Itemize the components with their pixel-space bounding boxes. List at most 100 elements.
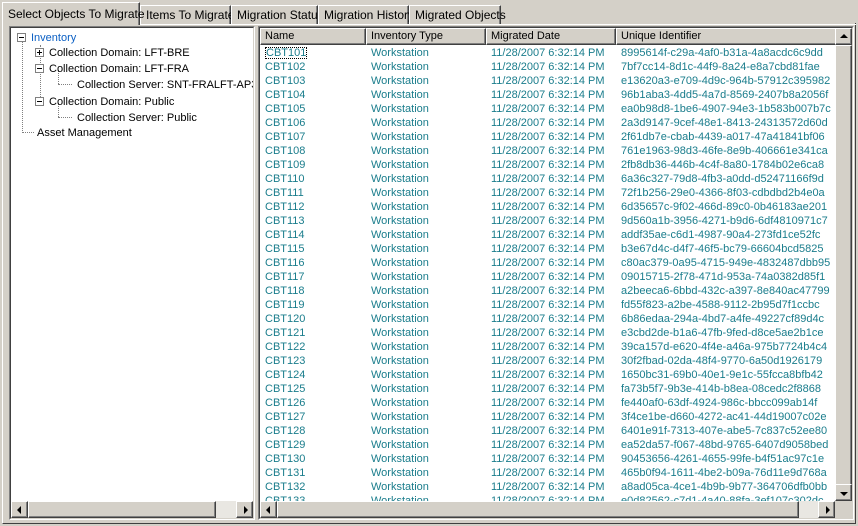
cell-name: CBT122 bbox=[260, 340, 366, 354]
cell-name: CBT121 bbox=[260, 326, 366, 340]
table-row[interactable]: CBT129 Workstation 11/28/2007 6:32:14 PM ea… bbox=[260, 438, 835, 452]
cell-text: Workstation bbox=[371, 397, 429, 409]
table-row[interactable]: CBT108 Workstation 11/28/2007 6:32:14 PM 76… bbox=[260, 144, 835, 158]
list-horizontal-scroll-thumb[interactable] bbox=[277, 501, 799, 518]
table-row[interactable]: CBT133 Workstation 11/28/2007 6:32:14 PM e0… bbox=[260, 494, 835, 501]
table-row[interactable]: CBT104 Workstation 11/28/2007 6:32:14 PM 96… bbox=[260, 88, 835, 102]
table-row[interactable]: CBT121 Workstation 11/28/2007 6:32:14 PM e3… bbox=[260, 326, 835, 340]
cell-text: 09015715-2f78-471d-953a-74a0382d85f1 bbox=[621, 271, 826, 283]
cell-text: CBT107 bbox=[265, 131, 306, 143]
cell-text: 11/28/2007 6:32:14 PM bbox=[491, 397, 605, 409]
cell-text: Workstation bbox=[371, 467, 429, 479]
tree-node-domain-lft-bre[interactable]: Collection Domain: LFT-BRE bbox=[35, 45, 192, 61]
cell-inventory-type: Workstation bbox=[366, 46, 486, 60]
table-row[interactable]: CBT113 Workstation 11/28/2007 6:32:14 PM 9d… bbox=[260, 214, 835, 228]
tree-node-asset-management[interactable]: Asset Management bbox=[35, 125, 134, 141]
table-row[interactable]: CBT118 Workstation 11/28/2007 6:32:14 PM a2… bbox=[260, 284, 835, 298]
minus-box-icon[interactable] bbox=[35, 97, 44, 106]
cell-unique-identifier: e13620a3-e709-4d9c-964b-57912c395982 bbox=[616, 74, 835, 88]
cell-inventory-type: Workstation bbox=[366, 242, 486, 256]
cell-name: CBT120 bbox=[260, 312, 366, 326]
cell-text: CBT103 bbox=[265, 75, 306, 87]
table-row[interactable]: CBT117 Workstation 11/28/2007 6:32:14 PM 09… bbox=[260, 270, 835, 284]
cell-text: CBT118 bbox=[265, 285, 305, 297]
table-row[interactable]: CBT122 Workstation 11/28/2007 6:32:14 PM 39… bbox=[260, 340, 835, 354]
tree-line bbox=[22, 132, 34, 133]
cell-text: Workstation bbox=[371, 61, 429, 73]
plus-box-icon[interactable] bbox=[35, 48, 44, 57]
list-horizontal-scrollbar[interactable] bbox=[260, 501, 835, 518]
arrow-left-icon bbox=[265, 505, 270, 514]
objects-list[interactable]: Name Inventory Type Migrated Date Unique… bbox=[258, 26, 854, 520]
table-row[interactable]: CBT109 Workstation 11/28/2007 6:32:14 PM 2f… bbox=[260, 158, 835, 172]
table-row[interactable]: CBT119 Workstation 11/28/2007 6:32:14 PM fd… bbox=[260, 298, 835, 312]
tree-node-domain-lft-fra[interactable]: Collection Domain: LFT-FRA bbox=[35, 61, 191, 77]
list-scroll-left-button[interactable] bbox=[260, 501, 277, 518]
table-row[interactable]: CBT127 Workstation 11/28/2007 6:32:14 PM 3f… bbox=[260, 410, 835, 424]
list-scroll-down-button[interactable] bbox=[835, 484, 852, 501]
cell-inventory-type: Workstation bbox=[366, 228, 486, 242]
cell-name: CBT109 bbox=[260, 158, 366, 172]
cell-text: 11/28/2007 6:32:14 PM bbox=[491, 89, 605, 101]
cell-text: 11/28/2007 6:32:14 PM bbox=[491, 369, 605, 381]
inventory-tree[interactable]: Inventory Collection Domain: LFT-BRE Col… bbox=[9, 26, 255, 520]
column-header-unique-identifier[interactable]: Unique Identifier bbox=[616, 28, 852, 45]
table-row[interactable]: CBT120 Workstation 11/28/2007 6:32:14 PM 6b… bbox=[260, 312, 835, 326]
tree-horizontal-scrollbar[interactable] bbox=[11, 501, 253, 518]
tree-scroll-right-button[interactable] bbox=[236, 501, 253, 518]
cell-text: 11/28/2007 6:32:14 PM bbox=[491, 145, 605, 157]
cell-migrated-date: 11/28/2007 6:32:14 PM bbox=[486, 368, 616, 382]
table-row[interactable]: CBT131 Workstation 11/28/2007 6:32:14 PM 46… bbox=[260, 466, 835, 480]
tree-node-server-snt-fralft-ap3[interactable]: Collection Server: SNT-FRALFT-AP3 bbox=[75, 77, 253, 93]
cell-text: CBT101 bbox=[265, 47, 308, 59]
table-row[interactable]: CBT101 Workstation 11/28/2007 6:32:14 PM 89… bbox=[260, 46, 835, 60]
table-row[interactable]: CBT103 Workstation 11/28/2007 6:32:14 PM e1… bbox=[260, 74, 835, 88]
column-header-name[interactable]: Name bbox=[260, 28, 366, 45]
table-row[interactable]: CBT107 Workstation 11/28/2007 6:32:14 PM 2f… bbox=[260, 130, 835, 144]
table-row[interactable]: CBT115 Workstation 11/28/2007 6:32:14 PM b3… bbox=[260, 242, 835, 256]
table-row[interactable]: CBT125 Workstation 11/28/2007 6:32:14 PM fa… bbox=[260, 382, 835, 396]
tree-scroll-thumb[interactable] bbox=[28, 501, 216, 518]
tab-migration-history[interactable]: Migration History bbox=[318, 5, 414, 24]
cell-inventory-type: Workstation bbox=[366, 298, 486, 312]
table-row[interactable]: CBT132 Workstation 11/28/2007 6:32:14 PM a8… bbox=[260, 480, 835, 494]
minus-box-icon[interactable] bbox=[35, 64, 44, 73]
tab-migrated-objects[interactable]: Migrated Objects bbox=[409, 5, 506, 24]
table-row[interactable]: CBT126 Workstation 11/28/2007 6:32:14 PM fe… bbox=[260, 396, 835, 410]
tree-node-inventory[interactable]: Inventory bbox=[17, 30, 78, 46]
table-row[interactable]: CBT130 Workstation 11/28/2007 6:32:14 PM 90… bbox=[260, 452, 835, 466]
table-row[interactable]: CBT114 Workstation 11/28/2007 6:32:14 PM ad… bbox=[260, 228, 835, 242]
table-row[interactable]: CBT124 Workstation 11/28/2007 6:32:14 PM 16… bbox=[260, 368, 835, 382]
cell-text: CBT131 bbox=[265, 467, 306, 479]
cell-text: 11/28/2007 6:32:14 PM bbox=[491, 229, 605, 241]
table-row[interactable]: CBT106 Workstation 11/28/2007 6:32:14 PM 2a… bbox=[260, 116, 835, 130]
table-row[interactable]: CBT112 Workstation 11/28/2007 6:32:14 PM 6d… bbox=[260, 200, 835, 214]
table-row[interactable]: CBT105 Workstation 11/28/2007 6:32:14 PM ea… bbox=[260, 102, 835, 116]
tab-items-to-migrate[interactable]: Items To Migrate bbox=[140, 5, 234, 24]
cell-migrated-date: 11/28/2007 6:32:14 PM bbox=[486, 270, 616, 284]
column-header-migrated-date[interactable]: Migrated Date bbox=[486, 28, 616, 45]
list-vertical-scrollbar[interactable] bbox=[835, 28, 852, 501]
table-row[interactable]: CBT123 Workstation 11/28/2007 6:32:14 PM 30… bbox=[260, 354, 835, 368]
tree-node-server-public[interactable]: Collection Server: Public bbox=[75, 110, 199, 126]
tree-node-domain-public[interactable]: Collection Domain: Public bbox=[35, 94, 176, 110]
table-row[interactable]: CBT116 Workstation 11/28/2007 6:32:14 PM c8… bbox=[260, 256, 835, 270]
cell-text: CBT127 bbox=[265, 411, 306, 423]
minus-box-icon[interactable] bbox=[17, 33, 26, 42]
list-scroll-right-button[interactable] bbox=[818, 501, 835, 518]
table-row[interactable]: CBT128 Workstation 11/28/2007 6:32:14 PM 64… bbox=[260, 424, 835, 438]
cell-migrated-date: 11/28/2007 6:32:14 PM bbox=[486, 102, 616, 116]
cell-inventory-type: Workstation bbox=[366, 438, 486, 452]
cell-migrated-date: 11/28/2007 6:32:14 PM bbox=[486, 480, 616, 494]
tree-scroll-left-button[interactable] bbox=[11, 501, 28, 518]
table-row[interactable]: CBT110 Workstation 11/28/2007 6:32:14 PM 6a… bbox=[260, 172, 835, 186]
column-header-inventory-type[interactable]: Inventory Type bbox=[366, 28, 486, 45]
cell-name: CBT130 bbox=[260, 452, 366, 466]
tab-select-objects-to-migrate[interactable]: Select Objects To Migrate bbox=[2, 2, 145, 25]
cell-name: CBT123 bbox=[260, 354, 366, 368]
tab-migration-status[interactable]: Migration Status bbox=[231, 5, 324, 24]
list-scroll-up-button[interactable] bbox=[835, 28, 852, 45]
table-row[interactable]: CBT111 Workstation 11/28/2007 6:32:14 PM 72… bbox=[260, 186, 835, 200]
table-row[interactable]: CBT102 Workstation 11/28/2007 6:32:14 PM 7b… bbox=[260, 60, 835, 74]
list-vertical-scroll-thumb[interactable] bbox=[835, 45, 852, 486]
